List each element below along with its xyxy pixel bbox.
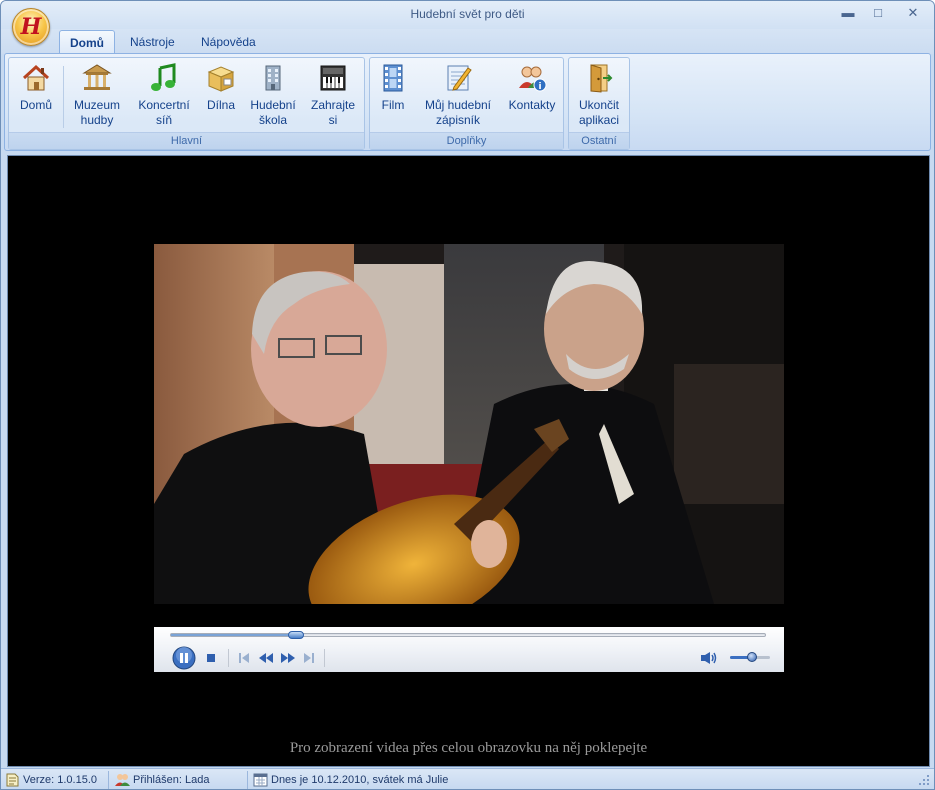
title-bar[interactable]: Hudební svět pro děti ▬ □ ✕ [1,1,934,29]
volume-speaker-icon[interactable] [700,651,718,665]
ribbon-separator [63,66,64,128]
video-panel: Pro zobrazení videa přes celou obrazovku… [7,155,930,767]
museum-icon [82,64,112,90]
volume-slider[interactable] [730,652,770,662]
ribbon-group-other: Ukončit aplikaci Ostatní [568,57,630,150]
film-button-label: Film [381,98,405,112]
control-separator [324,649,325,667]
version-document-icon [6,773,19,787]
stop-button[interactable] [206,653,216,663]
rewind-button[interactable] [258,652,274,664]
tab-nastroje[interactable]: Nástroje [120,30,185,54]
ribbon: Domů Muzeum hudby Koncertní síň Dílna Hu… [4,53,931,151]
svg-text:i: i [538,82,541,92]
video-still-image [154,244,784,604]
user-icon [115,774,130,786]
workshop-button-label: Dílna [206,98,235,112]
film-button[interactable]: Film [374,62,412,134]
maximize-button[interactable]: □ [863,3,893,23]
keyboard-synth-icon [320,65,346,91]
contacts-people-icon: i [519,66,547,92]
film-strip-icon [383,64,403,92]
contacts-button[interactable]: i Kontakty [504,62,560,134]
workshop-button[interactable]: Dílna [200,62,242,134]
home-button-label: Domů [19,98,52,112]
version-text: Verze: 1.0.15.0 [23,774,97,786]
fullscreen-hint: Pro zobrazení videa přes celou obrazovku… [289,740,648,756]
house-icon [22,64,50,91]
exit-application-button[interactable]: Ukončit aplikaci [572,62,626,134]
group-label-main: Hlavní [9,132,364,149]
fast-forward-button[interactable] [280,652,296,664]
status-date: Dnes je 10.12.2010, svátek má Julie [251,771,909,789]
minimize-button[interactable]: ▬ [833,3,863,23]
calendar-icon [253,773,268,787]
exit-door-icon [590,64,613,93]
ribbon-group-extras: Film Můj hudební zápisník i Kontakty Dop… [369,57,564,150]
close-button[interactable]: ✕ [898,3,928,23]
application-menu-button[interactable]: H [12,8,50,46]
media-controls [154,627,784,672]
next-track-icon[interactable] [303,652,315,664]
contacts-button-label: Kontakty [508,98,556,112]
date-text: Dnes je 10.12.2010, svátek má Julie [271,774,449,786]
app-logo-letter: H [20,14,42,40]
app-window: Hudební svět pro děti ▬ □ ✕ H Domů Nástr… [0,0,935,790]
window-title: Hudební svět pro děti [410,7,525,21]
status-user: Přihlášen: Lada [113,771,248,789]
concert-hall-button-label: Koncertní síň [138,98,190,127]
resize-grip-icon[interactable] [918,774,930,786]
status-version: Verze: 1.0.15.0 [3,771,109,789]
status-bar: Verze: 1.0.15.0 Přihlášen: Lada Dnes je … [1,768,934,789]
music-school-button-label: Hudební škola [250,98,296,127]
play-yourself-button[interactable]: Zahrajte si [306,62,360,134]
group-label-extras: Doplňky [370,132,563,149]
exit-application-button-label: Ukončit aplikaci [578,98,620,127]
tab-domu[interactable]: Domů [59,30,115,54]
music-notebook-button[interactable]: Můj hudební zápisník [418,62,498,134]
school-building-icon [265,65,281,91]
notebook-pen-icon [447,65,472,91]
previous-track-icon[interactable] [238,652,250,664]
group-label-other: Ostatní [569,132,629,149]
pause-button[interactable] [172,646,196,670]
seek-progress-fill [171,634,296,636]
ribbon-group-main: Domů Muzeum hudby Koncertní síň Dílna Hu… [8,57,365,150]
music-notebook-button-label: Můj hudební zápisník [424,98,492,127]
user-text: Přihlášen: Lada [133,774,210,786]
workshop-box-icon [207,66,235,92]
music-school-button[interactable]: Hudební škola [246,62,300,134]
seek-thumb[interactable] [287,631,304,639]
volume-thumb[interactable] [747,652,757,662]
seek-bar[interactable] [170,631,766,639]
tab-napoveda[interactable]: Nápověda [191,30,266,54]
concert-hall-button[interactable]: Koncertní síň [133,62,195,134]
video-frame[interactable] [154,244,784,604]
museum-button-label: Muzeum hudby [73,98,120,127]
play-yourself-button-label: Zahrajte si [310,98,356,127]
music-note-icon [151,63,176,91]
control-separator [228,649,229,667]
museum-button[interactable]: Muzeum hudby [69,62,125,134]
ribbon-tab-row: Domů Nástroje Nápověda [1,29,934,54]
home-button[interactable]: Domů [13,62,59,134]
